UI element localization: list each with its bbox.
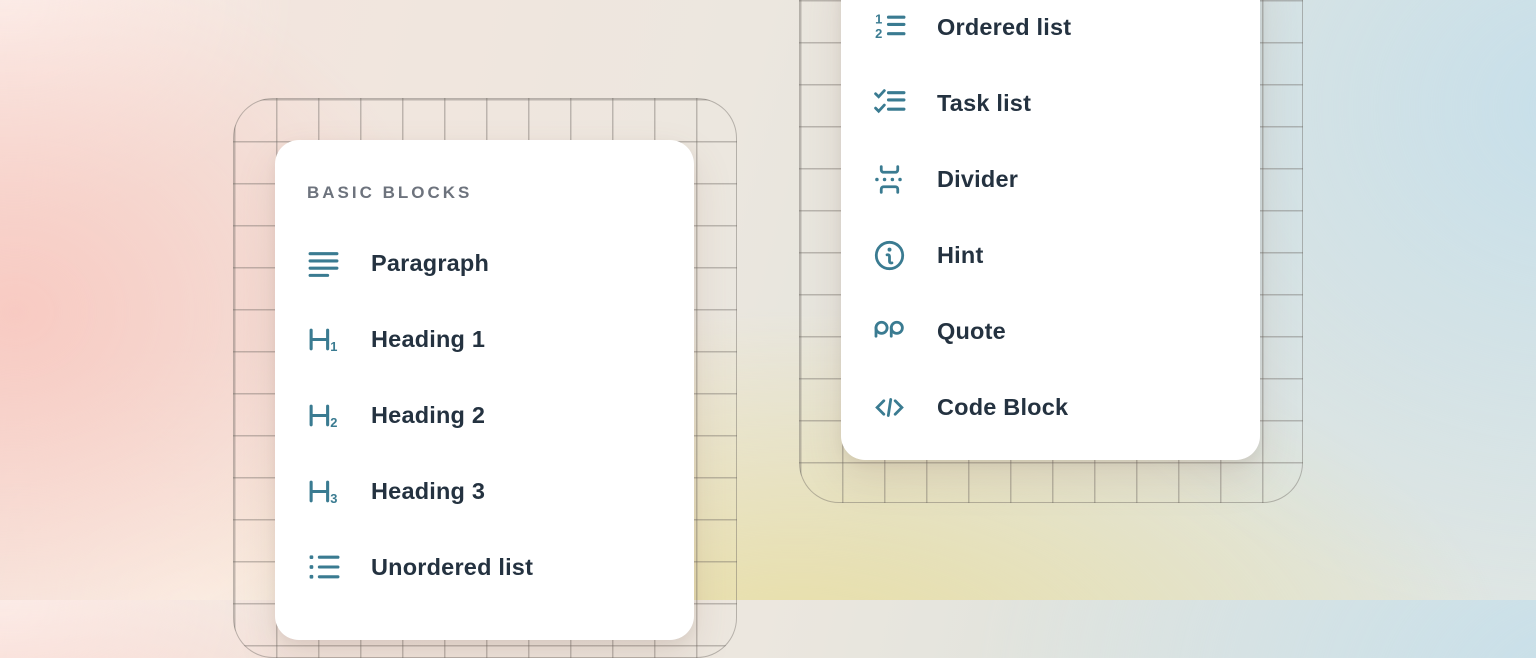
- menu-item-hint[interactable]: Hint: [873, 217, 1228, 293]
- menu-item-label: Code Block: [937, 394, 1068, 421]
- menu-item-heading-3[interactable]: 3 Heading 3: [307, 453, 662, 529]
- menu-item-label: Heading 1: [371, 326, 485, 353]
- insert-blocks-menu: 12 Ordered list Task list Divider Hint Quote C…: [873, 0, 1228, 445]
- svg-text:1: 1: [875, 11, 882, 26]
- menu-item-label: Quote: [937, 318, 1006, 345]
- menu-item-code-block[interactable]: Code Block: [873, 369, 1228, 445]
- menu-item-label: Divider: [937, 166, 1018, 193]
- menu-item-unordered-list[interactable]: Unordered list: [307, 529, 662, 605]
- svg-text:1: 1: [330, 338, 337, 353]
- menu-item-quote[interactable]: Quote: [873, 293, 1228, 369]
- hint-icon: [873, 239, 906, 272]
- menu-item-divider[interactable]: Divider: [873, 141, 1228, 217]
- menu-item-label: Unordered list: [371, 554, 533, 581]
- insert-blocks-menu-card: 12 Ordered list Task list Divider Hint Quote C…: [841, 0, 1260, 460]
- ordered-list-icon: 12: [873, 11, 906, 44]
- menu-item-label: Heading 3: [371, 478, 485, 505]
- heading-2-icon: 2: [307, 399, 340, 432]
- menu-item-label: Paragraph: [371, 250, 489, 277]
- menu-item-label: Ordered list: [937, 14, 1071, 41]
- paragraph-icon: [307, 247, 340, 280]
- heading-1-icon: 1: [307, 323, 340, 356]
- basic-blocks-menu-card: BASIC BLOCKS Paragraph 1 Heading 1 2 Heading…: [275, 140, 694, 640]
- divider-icon: [873, 163, 906, 196]
- menu-item-task-list[interactable]: Task list: [873, 65, 1228, 141]
- menu-item-paragraph[interactable]: Paragraph: [307, 225, 662, 301]
- code-block-icon: [873, 391, 906, 424]
- menu-item-label: Task list: [937, 90, 1031, 117]
- task-list-icon: [873, 87, 906, 120]
- heading-3-icon: 3: [307, 475, 340, 508]
- basic-blocks-menu: Paragraph 1 Heading 1 2 Heading 2 3 Heading 3 U…: [307, 225, 662, 605]
- unordered-list-icon: [307, 551, 340, 584]
- menu-item-ordered-list[interactable]: 12 Ordered list: [873, 0, 1228, 65]
- svg-text:2: 2: [330, 414, 337, 429]
- quote-icon: [873, 315, 906, 348]
- menu-item-label: Hint: [937, 242, 983, 269]
- section-label-basic-blocks: BASIC BLOCKS: [307, 176, 662, 210]
- svg-text:3: 3: [330, 490, 337, 505]
- menu-item-label: Heading 2: [371, 402, 485, 429]
- svg-text:2: 2: [875, 25, 882, 40]
- menu-item-heading-1[interactable]: 1 Heading 1: [307, 301, 662, 377]
- menu-item-heading-2[interactable]: 2 Heading 2: [307, 377, 662, 453]
